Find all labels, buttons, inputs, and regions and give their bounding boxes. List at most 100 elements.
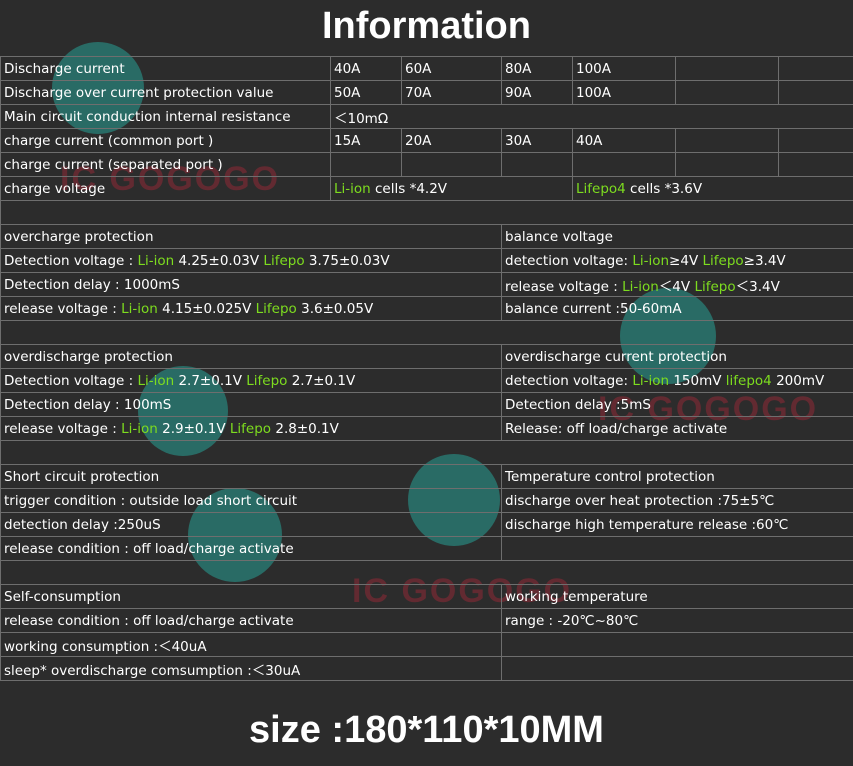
table-cell (778, 128, 853, 153)
table-cell: 60A (401, 56, 502, 81)
cell-text: ≥3.4V (743, 252, 786, 269)
table-cell: detection voltage: Li-ion 150mV lifepo4 … (501, 368, 853, 393)
lifepo-label: Lifepo (702, 252, 744, 269)
table-row: trigger condition : outside load short c… (0, 488, 853, 513)
table-row: Detection voltage : Li-ion 2.7±0.1V Life… (0, 368, 853, 393)
table-cell: 20A (401, 128, 502, 153)
table-row: detection delay :250uS discharge high te… (0, 512, 853, 537)
table-cell (401, 152, 502, 177)
table-cell (778, 152, 853, 177)
table-row: Short circuit protection Temperature con… (0, 464, 853, 489)
table-cell: release voltage : Li-ion 4.15±0.025V Lif… (0, 296, 502, 321)
table-cell (572, 152, 676, 177)
cell-text: 2.9±0.1V (157, 420, 230, 437)
table-cell (778, 80, 853, 105)
row-label: charge current (common port ) (0, 128, 331, 153)
table-cell: 80A (501, 56, 573, 81)
table-cell: working consumption :＜40uA (0, 632, 502, 657)
spacer-cell (0, 560, 853, 585)
cell-text: ＜3.4V (735, 278, 780, 295)
li-ion-label: Li-ion (137, 252, 175, 269)
cell-text: release voltage : (4, 300, 122, 317)
row-label: Discharge current (0, 56, 331, 81)
table-cell: Detection delay : 100mS (0, 392, 502, 417)
lifepo-label: lifepo4 (725, 372, 772, 389)
cell-text: ≥4V (669, 252, 703, 269)
table-row: Detection voltage : Li-ion 4.25±0.03V Li… (0, 248, 853, 273)
table-row: sleep* overdischarge comsumption :＜30uA (0, 656, 853, 681)
table-cell: Release: off load/charge activate (501, 416, 853, 441)
table-cell (501, 152, 573, 177)
section-heading: balance voltage (501, 224, 853, 249)
table-cell: sleep* overdischarge comsumption :＜30uA (0, 656, 502, 681)
cell-text: Detection voltage : (4, 372, 138, 389)
table-row: working consumption :＜40uA (0, 632, 853, 657)
table-cell: release condition : off load/charge acti… (0, 608, 502, 633)
lifepo-label: Lifepo (229, 420, 272, 437)
table-cell: discharge high temperature release :60℃ (501, 512, 853, 537)
table-cell: 30A (501, 128, 573, 153)
row-label: Discharge over current protection value (0, 80, 331, 105)
cell-text: cells *4.2V (370, 180, 448, 197)
cell-text: cells *3.6V (625, 180, 703, 197)
table-row: release voltage : Li-ion 4.15±0.025V Lif… (0, 296, 853, 321)
cell-text: 4.15±0.025V (157, 300, 256, 317)
li-ion-label: Li-ion (121, 300, 158, 317)
table-cell: 100A (572, 56, 676, 81)
table-row: Discharge over current protection value … (0, 80, 853, 105)
cell-text: release voltage : (505, 278, 623, 295)
table-row: charge current (common port ) 15A 20A 30… (0, 128, 853, 153)
table-row: overcharge protection balance voltage (0, 224, 853, 249)
section-heading: overdischarge current protection (501, 344, 853, 369)
li-ion-label: Li-ion (632, 372, 670, 389)
cell-text: Detection voltage : (4, 252, 138, 269)
section-heading: overdischarge protection (0, 344, 502, 369)
table-row: release condition : off load/charge acti… (0, 536, 853, 561)
table-cell: detection voltage: Li-ion≥4V Lifepo≥3.4V (501, 248, 853, 273)
table-row: overdischarge protection overdischarge c… (0, 344, 853, 369)
table-cell: 70A (401, 80, 502, 105)
page-title: Information (322, 5, 531, 47)
li-ion-label: Li-ion (121, 420, 158, 437)
table-row: release voltage : Li-ion 2.9±0.1V Lifepo… (0, 416, 853, 441)
spacer-row (0, 320, 853, 345)
section-heading: Short circuit protection (0, 464, 502, 489)
row-label: charge current (separated port ) (0, 152, 331, 177)
table-row: charge current (separated port ) (0, 152, 853, 177)
table-cell: range : -20℃~80℃ (501, 608, 853, 633)
size-caption: size :180*110*10MM (249, 709, 604, 751)
table-cell (778, 56, 853, 81)
section-heading: working temperature (501, 584, 853, 609)
table-cell (675, 56, 779, 81)
table-cell: 90A (501, 80, 573, 105)
table-cell: Detection delay :5mS (501, 392, 853, 417)
row-label: charge voltage (0, 176, 331, 201)
table-row: Main circuit conduction internal resista… (0, 104, 853, 129)
table-cell: 15A (330, 128, 402, 153)
lifepo-label: Lifepo (246, 372, 288, 389)
cell-text: 2.7±0.1V (287, 372, 356, 389)
table-cell: 100A (572, 80, 676, 105)
cell-text: ＜4V (658, 278, 695, 295)
li-ion-label: Li-ion (622, 278, 659, 295)
cell-text: 200mV (771, 372, 825, 389)
lifepo-label: Lifepo (694, 278, 736, 295)
spacer-cell (0, 320, 853, 345)
table-row: Self-consumption working temperature (0, 584, 853, 609)
lifepo-label: Lifepo4 (576, 180, 626, 197)
spacer-cell (0, 200, 853, 225)
table-cell: release voltage : Li-ion＜4V Lifepo＜3.4V (501, 272, 853, 297)
table-row: Detection delay : 100mS Detection delay … (0, 392, 853, 417)
table-cell: 50A (330, 80, 402, 105)
cell-text: detection voltage: (505, 252, 633, 269)
table-cell: Detection voltage : Li-ion 2.7±0.1V Life… (0, 368, 502, 393)
cell-text: 2.8±0.1V (271, 420, 339, 437)
row-label: Main circuit conduction internal resista… (0, 104, 331, 129)
table-cell: 40A (330, 56, 402, 81)
cell-text: 3.6±0.05V (296, 300, 374, 317)
spacer-row (0, 560, 853, 585)
cell-text: 150mV (669, 372, 726, 389)
table-row: Discharge current 40A 60A 80A 100A (0, 56, 853, 81)
table-cell: Li-ion cells *4.2V (330, 176, 573, 201)
spacer-cell (0, 440, 853, 465)
